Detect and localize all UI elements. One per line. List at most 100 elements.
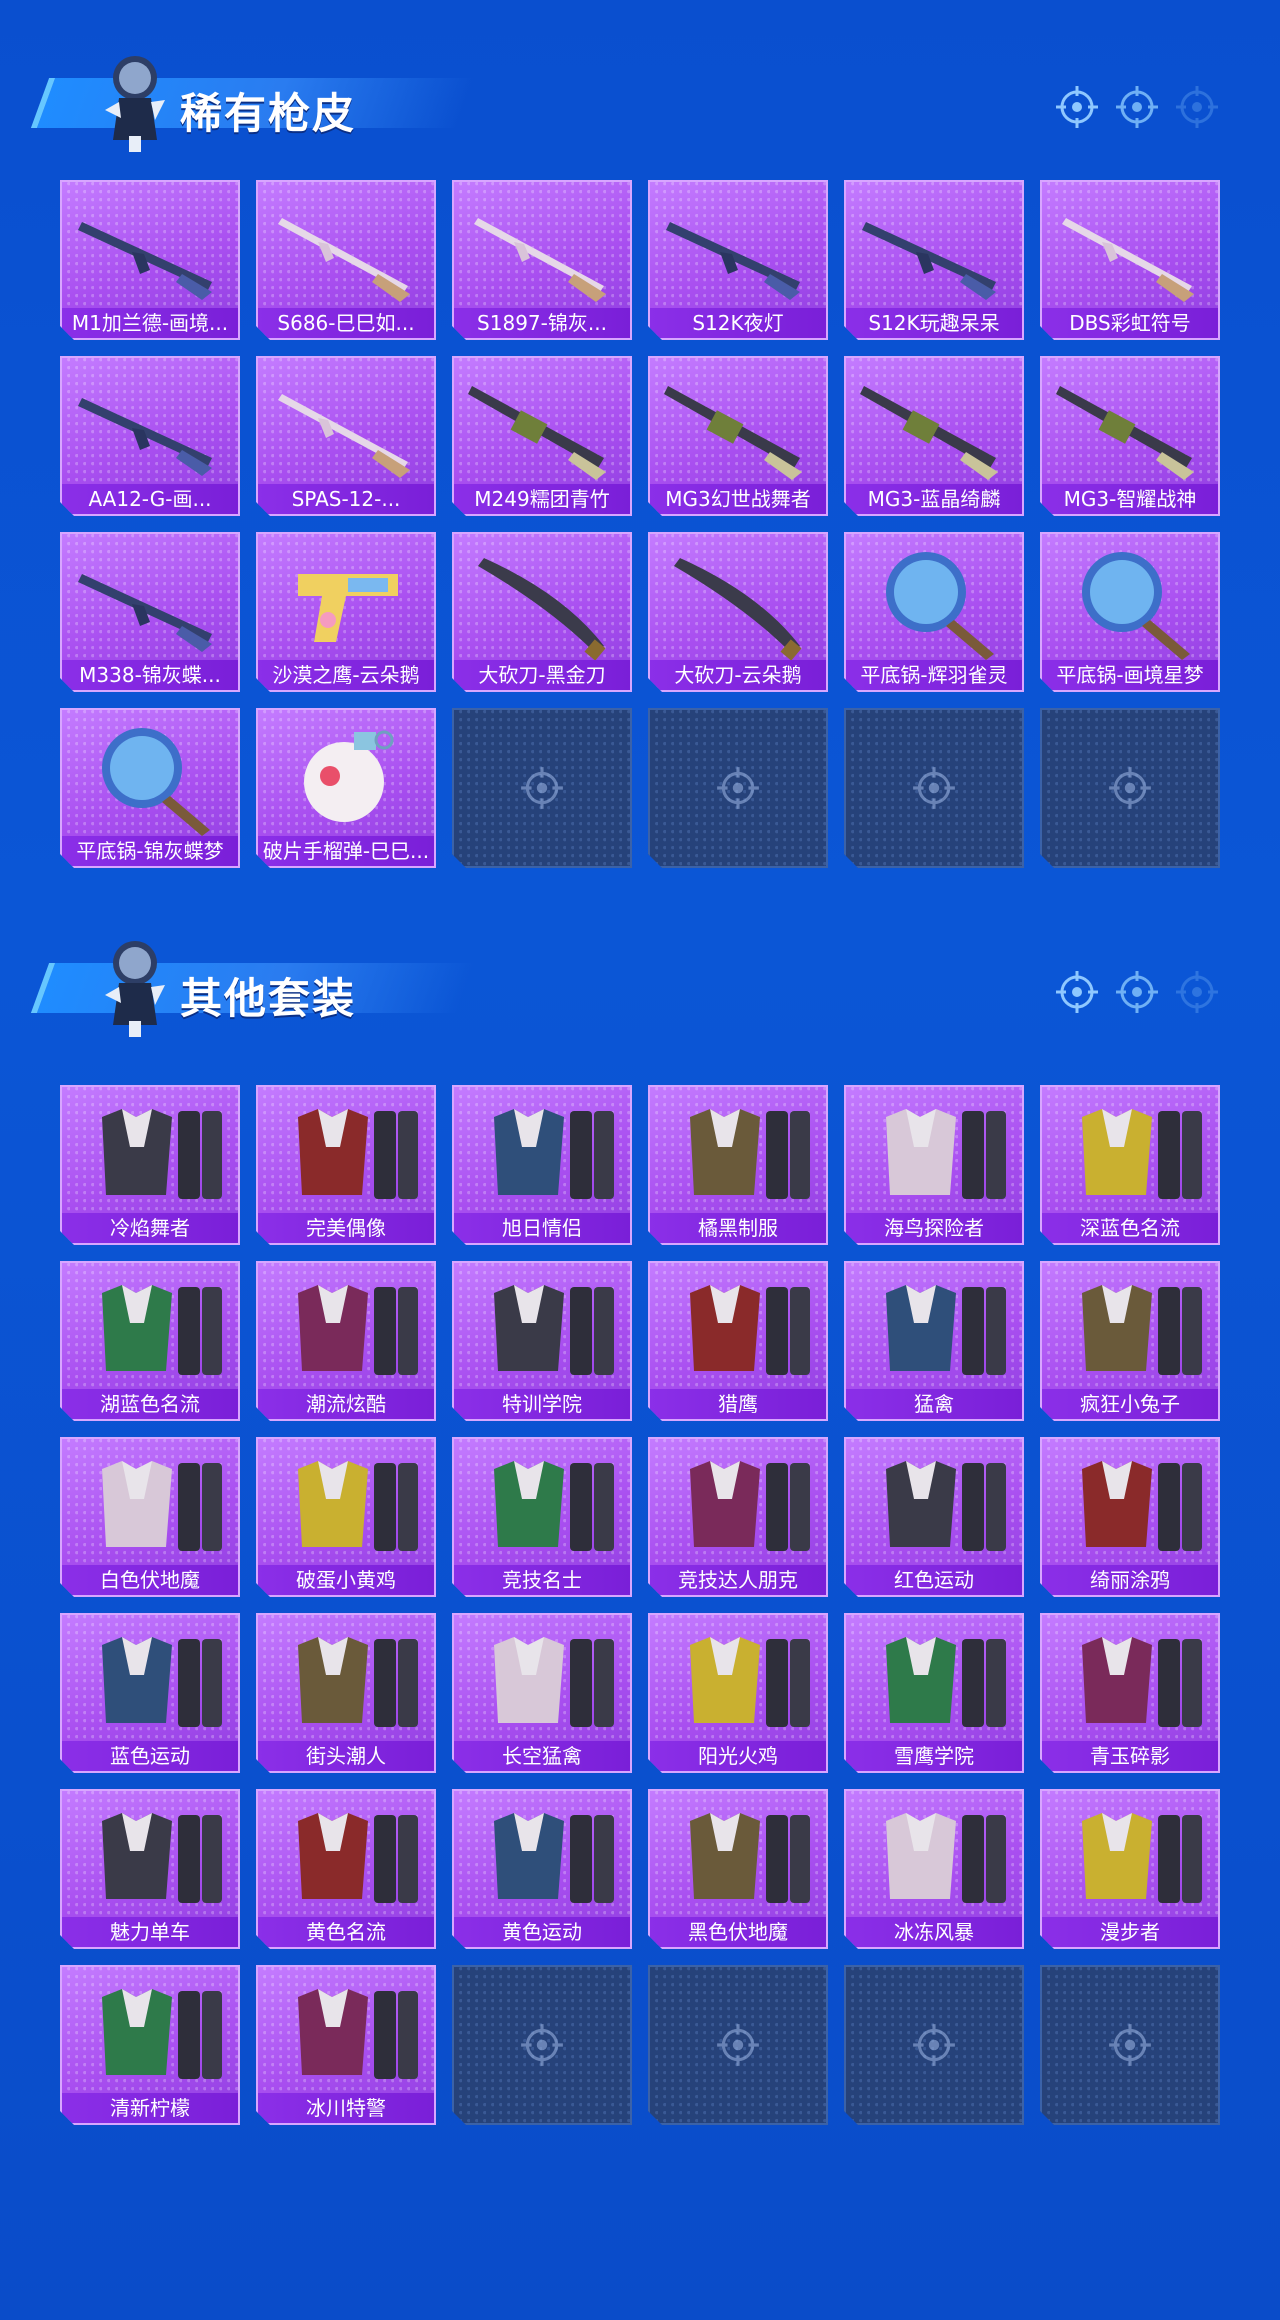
weapon-skin-tile[interactable]: M1加兰德-画境...	[60, 180, 240, 340]
outfit-tile[interactable]: 蓝色运动	[60, 1613, 240, 1773]
outfit-tile[interactable]: 冰川特警	[256, 1965, 436, 2125]
shotgun-icon	[1042, 182, 1218, 310]
outfit-icon	[650, 1087, 826, 1215]
outfit-tile[interactable]: 魅力单车	[60, 1789, 240, 1949]
outfit-tile[interactable]: 街头潮人	[256, 1613, 436, 1773]
outfit-tile[interactable]: 清新柠檬	[60, 1965, 240, 2125]
outfit-icon	[258, 1263, 434, 1391]
weapon-skin-tile[interactable]: AA12-G-画...	[60, 356, 240, 516]
item-label: 破蛋小黄鸡	[258, 1565, 434, 1595]
outfit-tile[interactable]: 冷焰舞者	[60, 1085, 240, 1245]
outfit-tile[interactable]: 完美偶像	[256, 1085, 436, 1245]
weapon-skin-tile[interactable]: DBS彩虹符号	[1040, 180, 1220, 340]
crosshair-icon	[518, 2021, 566, 2069]
weapon-skin-tile[interactable]: S12K夜灯	[648, 180, 828, 340]
item-label: 黄色运动	[454, 1917, 630, 1947]
weapon-skin-tile[interactable]: S1897-锦灰...	[452, 180, 632, 340]
weapon-skin-tile[interactable]: M338-锦灰蝶...	[60, 532, 240, 692]
weapon-skin-tile[interactable]: 平底锅-辉羽雀灵	[844, 532, 1024, 692]
outfit-tile[interactable]: 深蓝色名流	[1040, 1085, 1220, 1245]
outfit-tile[interactable]: 黄色名流	[256, 1789, 436, 1949]
section-header: 其他套装	[30, 925, 1250, 1045]
outfit-tile[interactable]: 雪鹰学院	[844, 1613, 1024, 1773]
item-label: SPAS-12-...	[258, 484, 434, 514]
weapon-skin-tile[interactable]: MG3幻世战舞者	[648, 356, 828, 516]
item-label: 竞技名士	[454, 1565, 630, 1595]
crosshair-icon	[714, 2021, 762, 2069]
item-label: 长空猛禽	[454, 1741, 630, 1771]
crosshair-icon	[1106, 764, 1154, 812]
decor-group	[1054, 84, 1220, 130]
weapon-skin-tile[interactable]: 平底锅-锦灰蝶梦	[60, 708, 240, 868]
item-label: 街头潮人	[258, 1741, 434, 1771]
outfit-tile[interactable]: 疯狂小兔子	[1040, 1261, 1220, 1421]
weapon-skin-tile[interactable]: MG3-蓝晶绮麟	[844, 356, 1024, 516]
outfit-tile[interactable]: 红色运动	[844, 1437, 1024, 1597]
outfit-tile[interactable]: 漫步者	[1040, 1789, 1220, 1949]
outfit-tile[interactable]: 猎鹰	[648, 1261, 828, 1421]
empty-slot	[452, 1965, 632, 2125]
outfit-tile[interactable]: 青玉碎影	[1040, 1613, 1220, 1773]
weapon-skin-tile[interactable]: 破片手榴弹-巳巳...	[256, 708, 436, 868]
outfit-icon	[62, 1615, 238, 1743]
outfit-tile[interactable]: 破蛋小黄鸡	[256, 1437, 436, 1597]
item-label: 冰川特警	[258, 2093, 434, 2123]
crosshair-icon	[910, 2021, 958, 2069]
section-title: 其他套装	[180, 974, 357, 1023]
outfit-tile[interactable]: 白色伏地魔	[60, 1437, 240, 1597]
outfit-icon	[650, 1263, 826, 1391]
item-label: 蓝色运动	[62, 1741, 238, 1771]
outfit-icon	[258, 1615, 434, 1743]
machinegun-icon	[454, 358, 630, 486]
empty-slot	[648, 708, 828, 868]
mascot-icon	[105, 56, 165, 152]
outfit-icon	[454, 1439, 630, 1567]
outfit-tile[interactable]: 黑色伏地魔	[648, 1789, 828, 1949]
outfit-icon	[650, 1439, 826, 1567]
rifle-icon	[62, 358, 238, 486]
machinegun-icon	[1042, 358, 1218, 486]
item-label: 大砍刀-黑金刀	[454, 660, 630, 690]
outfit-tile[interactable]: 绮丽涂鸦	[1040, 1437, 1220, 1597]
outfit-tile[interactable]: 橘黑制服	[648, 1085, 828, 1245]
outfit-tile[interactable]: 竞技达人朋克	[648, 1437, 828, 1597]
outfit-icon	[454, 1263, 630, 1391]
weapon-skin-tile[interactable]: S12K玩趣呆呆	[844, 180, 1024, 340]
outfit-tile[interactable]: 阳光火鸡	[648, 1613, 828, 1773]
machete-icon	[454, 534, 630, 662]
item-label: 特训学院	[454, 1389, 630, 1419]
outfit-tile[interactable]: 潮流炫酷	[256, 1261, 436, 1421]
machinegun-icon	[650, 358, 826, 486]
weapon-skin-tile[interactable]: 平底锅-画境星梦	[1040, 532, 1220, 692]
weapon-skin-tile[interactable]: SPAS-12-...	[256, 356, 436, 516]
crosshair-icon	[1056, 86, 1098, 128]
outfit-tile[interactable]: 竞技名士	[452, 1437, 632, 1597]
outfit-tile[interactable]: 长空猛禽	[452, 1613, 632, 1773]
weapon-skin-tile[interactable]: S686-巳巳如...	[256, 180, 436, 340]
rifle-icon	[62, 534, 238, 662]
empty-slot	[844, 708, 1024, 868]
crosshair-icon	[1176, 86, 1218, 128]
outfit-tile[interactable]: 猛禽	[844, 1261, 1024, 1421]
outfit-tile[interactable]: 湖蓝色名流	[60, 1261, 240, 1421]
outfit-icon	[846, 1439, 1022, 1567]
weapon-skin-tile[interactable]: M249糯团青竹	[452, 356, 632, 516]
item-label: 漫步者	[1042, 1917, 1218, 1947]
outfit-tile[interactable]: 特训学院	[452, 1261, 632, 1421]
outfit-tile[interactable]: 冰冻风暴	[844, 1789, 1024, 1949]
outfit-tile[interactable]: 黄色运动	[452, 1789, 632, 1949]
empty-slot	[452, 708, 632, 868]
weapon-skin-tile[interactable]: MG3-智耀战神	[1040, 356, 1220, 516]
pan-icon	[1042, 534, 1218, 662]
outfit-icon	[62, 1791, 238, 1919]
weapon-skin-tile[interactable]: 大砍刀-云朵鹅	[648, 532, 828, 692]
outfit-tile[interactable]: 海鸟探险者	[844, 1085, 1024, 1245]
shotgun-icon	[454, 182, 630, 310]
item-label: 白色伏地魔	[62, 1565, 238, 1595]
item-label: 沙漠之鹰-云朵鹅	[258, 660, 434, 690]
weapon-skin-tile[interactable]: 大砍刀-黑金刀	[452, 532, 632, 692]
outfit-tile[interactable]: 旭日情侣	[452, 1085, 632, 1245]
item-label: S12K玩趣呆呆	[846, 308, 1022, 338]
weapon-skin-tile[interactable]: 沙漠之鹰-云朵鹅	[256, 532, 436, 692]
crosshair-icon	[1116, 86, 1158, 128]
